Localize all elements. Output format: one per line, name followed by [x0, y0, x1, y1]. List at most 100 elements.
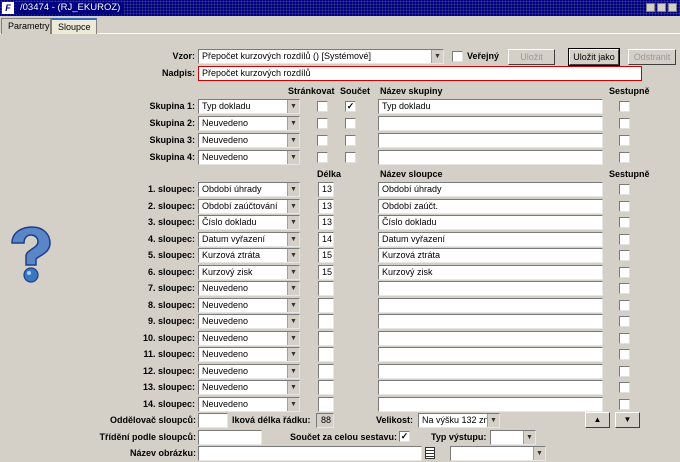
chevron-down-icon[interactable]: ▼	[487, 414, 499, 427]
column-name-input[interactable]	[378, 347, 603, 362]
column-sestupne-checkbox[interactable]	[619, 349, 630, 360]
chevron-down-icon[interactable]: ▼	[287, 183, 299, 196]
strankovat-checkbox[interactable]	[317, 101, 328, 112]
group-select[interactable]: Neuvedeno ▼	[198, 150, 300, 165]
strankovat-checkbox[interactable]	[317, 135, 328, 146]
column-select[interactable]: Neuvedeno ▼	[198, 330, 300, 346]
column-name-input[interactable]: Období zaúčt.	[378, 198, 603, 214]
group-name-input[interactable]: Typ dokladu	[378, 99, 603, 114]
column-name-input[interactable]: Období úhrady	[378, 182, 603, 197]
column-name-input[interactable]	[378, 314, 603, 329]
chevron-down-icon[interactable]: ▼	[287, 134, 299, 147]
maximize-icon[interactable]	[657, 3, 666, 12]
column-select[interactable]: Datum vyřazení ▼	[198, 231, 300, 247]
chevron-down-icon[interactable]: ▼	[287, 151, 299, 164]
chevron-down-icon[interactable]: ▼	[287, 348, 299, 361]
oddelovac-input[interactable]	[198, 413, 228, 428]
chevron-down-icon[interactable]: ▼	[287, 232, 299, 246]
column-sestupne-checkbox[interactable]	[619, 200, 630, 212]
group-sestupne-checkbox[interactable]	[619, 135, 630, 146]
column-name-input[interactable]	[378, 396, 603, 412]
column-length-input[interactable]: 13	[318, 182, 334, 197]
column-select[interactable]: Období úhrady ▼	[198, 182, 300, 197]
chevron-down-icon[interactable]: ▼	[287, 381, 299, 394]
chevron-down-icon[interactable]: ▼	[533, 447, 545, 460]
column-name-input[interactable]	[378, 330, 603, 346]
group-select[interactable]: Neuvedeno ▼	[198, 133, 300, 148]
column-select[interactable]: Neuvedeno ▼	[198, 380, 300, 395]
column-length-input[interactable]: 15	[318, 264, 334, 280]
typ-vystupu-select[interactable]: ▼	[490, 430, 536, 445]
column-name-input[interactable]	[378, 380, 603, 395]
column-name-input[interactable]: Kurzový zisk	[378, 264, 603, 280]
column-select[interactable]: Období zaúčtování ▼	[198, 198, 300, 214]
column-sestupne-checkbox[interactable]	[619, 250, 630, 261]
chevron-down-icon[interactable]: ▼	[287, 100, 299, 113]
column-sestupne-checkbox[interactable]	[619, 299, 630, 311]
odstranit-button[interactable]: Odstranit	[628, 49, 676, 65]
chevron-down-icon[interactable]: ▼	[287, 249, 299, 262]
column-name-input[interactable]: Datum vyřazení	[378, 231, 603, 247]
chevron-down-icon[interactable]: ▼	[287, 397, 299, 411]
column-sestupne-checkbox[interactable]	[619, 365, 630, 377]
ulozit-button[interactable]: Uložit	[508, 49, 555, 65]
verejny-checkbox[interactable]	[452, 51, 463, 62]
column-select[interactable]: Neuvedeno ▼	[198, 347, 300, 362]
column-select[interactable]: Neuvedeno ▼	[198, 314, 300, 329]
column-length-input[interactable]	[318, 396, 334, 412]
group-select[interactable]: Neuvedeno ▼	[198, 116, 300, 131]
column-select[interactable]: Neuvedeno ▼	[198, 281, 300, 296]
soucet-checkbox[interactable]	[345, 152, 356, 163]
column-name-input[interactable]: Číslo dokladu	[378, 215, 603, 230]
column-sestupne-checkbox[interactable]	[619, 332, 630, 344]
chevron-down-icon[interactable]: ▼	[287, 331, 299, 345]
strankovat-checkbox[interactable]	[317, 118, 328, 129]
vzor-select[interactable]: Přepočet kurzových rozdílů () [Systémové…	[198, 49, 444, 64]
help-question-icon[interactable]	[4, 225, 52, 283]
soucet-checkbox[interactable]	[345, 118, 356, 129]
chevron-down-icon[interactable]: ▼	[287, 199, 299, 213]
chevron-down-icon[interactable]: ▼	[431, 50, 443, 63]
column-select[interactable]: Neuvedeno ▼	[198, 396, 300, 412]
strankovat-checkbox[interactable]	[317, 152, 328, 163]
column-name-input[interactable]	[378, 363, 603, 379]
group-sestupne-checkbox[interactable]	[619, 152, 630, 163]
soucet-checkbox[interactable]: ✓	[345, 101, 356, 112]
column-select[interactable]: Číslo dokladu ▼	[198, 215, 300, 230]
group-name-input[interactable]	[378, 150, 603, 165]
column-select[interactable]: Neuvedeno ▼	[198, 297, 300, 313]
chevron-down-icon[interactable]: ▼	[287, 117, 299, 130]
close-icon[interactable]	[668, 3, 677, 12]
column-length-input[interactable]: 13	[318, 198, 334, 214]
minimize-icon[interactable]	[646, 3, 655, 12]
ulozit-jako-button[interactable]: Uložit jako	[568, 48, 620, 66]
chevron-down-icon[interactable]: ▼	[287, 216, 299, 229]
column-length-input[interactable]	[318, 380, 334, 395]
column-sestupne-checkbox[interactable]	[619, 233, 630, 245]
column-length-input[interactable]	[318, 363, 334, 379]
group-sestupne-checkbox[interactable]	[619, 101, 630, 112]
chevron-down-icon[interactable]: ▼	[287, 364, 299, 378]
column-name-input[interactable]	[378, 281, 603, 296]
column-length-input[interactable]	[318, 281, 334, 296]
column-name-input[interactable]: Kurzová ztráta	[378, 248, 603, 263]
group-sestupne-checkbox[interactable]	[619, 118, 630, 129]
group-name-input[interactable]	[378, 116, 603, 131]
tab-sloupce[interactable]: Sloupce	[51, 18, 97, 34]
column-length-input[interactable]: 15	[318, 248, 334, 263]
column-length-input[interactable]	[318, 347, 334, 362]
column-length-input[interactable]	[318, 330, 334, 346]
column-sestupne-checkbox[interactable]	[619, 382, 630, 393]
column-select[interactable]: Kurzový zisk ▼	[198, 264, 300, 280]
column-sestupne-checkbox[interactable]	[619, 184, 630, 195]
column-sestupne-checkbox[interactable]	[619, 398, 630, 410]
column-sestupne-checkbox[interactable]	[619, 316, 630, 327]
chevron-down-icon[interactable]: ▼	[287, 282, 299, 295]
column-length-input[interactable]	[318, 314, 334, 329]
list-icon[interactable]	[425, 447, 435, 459]
group-name-input[interactable]	[378, 133, 603, 148]
column-name-input[interactable]	[378, 297, 603, 313]
column-length-input[interactable]	[318, 297, 334, 313]
column-sestupne-checkbox[interactable]	[619, 217, 630, 228]
chevron-down-icon[interactable]: ▼	[287, 315, 299, 328]
